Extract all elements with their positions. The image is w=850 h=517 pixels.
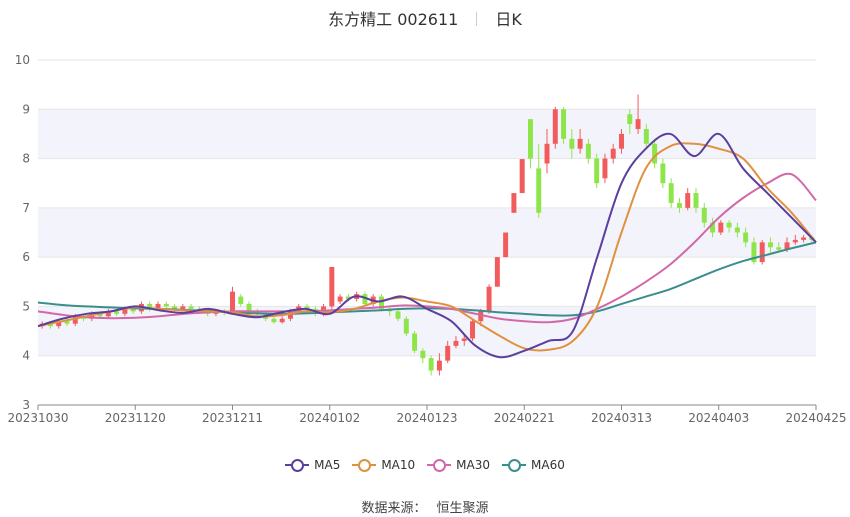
- candle-body: [403, 318, 409, 334]
- x-tick-label: 20240221: [494, 411, 555, 425]
- candle-body: [544, 143, 550, 164]
- x-tick-label: 20231120: [105, 411, 166, 425]
- x-tick-label: 20240313: [591, 411, 652, 425]
- candle-body: [668, 183, 674, 203]
- candle-body: [453, 340, 459, 346]
- candle-body: [552, 109, 558, 144]
- x-tick-label: 20240123: [396, 411, 457, 425]
- candle-body: [536, 168, 542, 213]
- candle-body: [395, 311, 401, 319]
- source-provider: 恒生聚源: [436, 501, 489, 516]
- x-tick-label: 20240102: [299, 411, 360, 425]
- candle-body: [230, 291, 235, 313]
- legend-marker: [285, 458, 310, 472]
- grid-band: [38, 109, 816, 159]
- candle-body: [246, 303, 252, 312]
- candle-body: [569, 138, 575, 149]
- kline-chart: 3 4 5 6 7 8 9 10 20231030 20231120 20231211 2024010…: [7, 53, 846, 425]
- candle-body: [412, 333, 418, 351]
- legend-label: MA10: [381, 458, 416, 472]
- legend-item-ma30[interactable]: MA30: [427, 458, 490, 472]
- legend-marker: [352, 458, 377, 472]
- candle-body: [511, 193, 517, 213]
- x-tick-label: 20240425: [785, 411, 846, 425]
- candle-body: [734, 227, 740, 233]
- candle-body: [470, 321, 476, 339]
- candle-body: [776, 247, 782, 250]
- candle-body: [792, 239, 798, 243]
- y-tick-label: 5: [22, 299, 30, 313]
- candle-body: [461, 338, 467, 341]
- candle-body: [718, 222, 724, 233]
- candle-body: [561, 109, 567, 139]
- legend-label: MA5: [314, 458, 341, 472]
- grid-band: [38, 306, 816, 356]
- candle-body: [420, 350, 426, 359]
- candle-body: [660, 163, 666, 184]
- legend-label: MA30: [456, 458, 491, 472]
- candle-body: [701, 207, 707, 223]
- candle-body: [594, 158, 600, 184]
- y-tick-label: 6: [22, 250, 30, 264]
- candle-body: [494, 257, 500, 287]
- candle-body: [180, 306, 186, 309]
- data-source: 数据来源： 恒生聚源: [0, 497, 850, 516]
- legend-label: MA60: [531, 458, 565, 472]
- candle-body: [693, 193, 699, 208]
- legend-marker: [427, 458, 452, 472]
- candle-body: [726, 222, 732, 228]
- legend-item-ma10[interactable]: MA10: [352, 458, 415, 472]
- candle-body: [676, 202, 682, 208]
- candle-body: [585, 143, 591, 159]
- y-tick-label: 7: [22, 201, 30, 215]
- y-tick-label: 9: [22, 102, 30, 116]
- legend-circle-icon: [433, 459, 447, 472]
- legend-circle-icon: [291, 459, 305, 472]
- candle-body: [238, 296, 244, 304]
- candle-body: [577, 138, 583, 149]
- x-tick-label: 20231030: [7, 411, 68, 425]
- candle-body: [428, 358, 434, 371]
- legend-circle-icon: [508, 459, 522, 472]
- legend-circle-icon: [358, 459, 372, 472]
- candle-body: [329, 267, 335, 307]
- source-label: 数据来源：: [361, 501, 427, 516]
- candle-body: [163, 303, 169, 307]
- candle-body: [519, 159, 525, 194]
- candle-body: [188, 306, 194, 309]
- candle-body: [279, 318, 285, 323]
- candle-body: [271, 318, 277, 323]
- x-tick-label: 20231211: [202, 411, 263, 425]
- candle-body: [743, 232, 749, 243]
- legend-item-ma5[interactable]: MA5: [285, 458, 340, 472]
- candle-body: [635, 119, 641, 129]
- candle-body: [767, 242, 773, 248]
- candle-body: [801, 237, 807, 240]
- legend-marker: [502, 458, 527, 472]
- candle-body: [610, 148, 616, 159]
- candle-body: [337, 296, 343, 302]
- y-tick-label: 3: [22, 398, 30, 412]
- x-tick-label: 20240403: [688, 411, 749, 425]
- candle-body: [602, 158, 608, 179]
- candle-body: [527, 119, 533, 159]
- candle-body: [486, 286, 492, 312]
- y-tick-label: 4: [22, 349, 30, 363]
- y-tick-label: 10: [15, 53, 30, 67]
- y-tick-label: 8: [22, 152, 30, 166]
- legend: MA5 MA10 MA30 MA60: [0, 458, 850, 475]
- legend-item-ma60[interactable]: MA60: [502, 458, 565, 472]
- candle-body: [685, 193, 691, 208]
- grid-band: [38, 207, 816, 258]
- candle-body: [643, 129, 649, 144]
- candle-body: [436, 360, 442, 371]
- candle-body: [627, 114, 633, 125]
- candle-body: [114, 311, 120, 314]
- candle-body: [445, 345, 451, 361]
- candle-body: [759, 242, 765, 263]
- candle-body: [503, 232, 509, 258]
- candle-body: [619, 133, 624, 149]
